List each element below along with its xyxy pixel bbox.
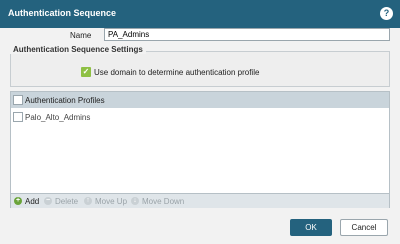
- arrow-down-icon: ↓: [131, 197, 139, 205]
- profiles-table-header: Authentication Profiles: [11, 92, 389, 108]
- sequence-settings-title: Authentication Sequence Settings: [10, 45, 146, 54]
- move-down-button[interactable]: ↓ Move Down: [131, 196, 184, 206]
- move-down-label: Move Down: [142, 196, 185, 206]
- table-row[interactable]: Palo_Alto_Admins: [11, 109, 389, 123]
- help-icon[interactable]: ?: [380, 7, 393, 20]
- ok-button[interactable]: OK: [290, 219, 332, 236]
- select-all-checkbox[interactable]: [13, 95, 23, 105]
- add-label: Add: [25, 196, 40, 206]
- authentication-sequence-dialog: Authentication Sequence ? Name Authentic…: [0, 0, 400, 244]
- delete-label: Delete: [55, 196, 79, 206]
- profiles-toolbar: + Add − Delete ↑ Move Up ↓ Move Down: [11, 193, 389, 208]
- name-label: Name: [70, 31, 92, 40]
- profiles-column-header: Authentication Profiles: [25, 96, 105, 105]
- minus-icon: −: [44, 197, 52, 205]
- delete-button[interactable]: − Delete: [44, 196, 78, 206]
- arrow-up-icon: ↑: [84, 197, 92, 205]
- dialog-title: Authentication Sequence: [8, 8, 117, 18]
- row-checkbox[interactable]: [13, 112, 23, 122]
- name-input[interactable]: [104, 28, 390, 41]
- dialog-titlebar: Authentication Sequence ?: [0, 0, 400, 28]
- add-button[interactable]: + Add: [14, 196, 39, 206]
- use-domain-checkbox[interactable]: ✓: [81, 67, 91, 77]
- move-up-button[interactable]: ↑ Move Up: [84, 196, 127, 206]
- plus-icon: +: [14, 197, 22, 205]
- profile-name: Palo_Alto_Admins: [25, 113, 91, 122]
- use-domain-label: Use domain to determine authentication p…: [94, 68, 260, 77]
- authentication-profiles-table: Authentication Profiles Palo_Alto_Admins…: [10, 91, 390, 208]
- move-up-label: Move Up: [95, 196, 128, 206]
- cancel-button[interactable]: Cancel: [340, 219, 388, 236]
